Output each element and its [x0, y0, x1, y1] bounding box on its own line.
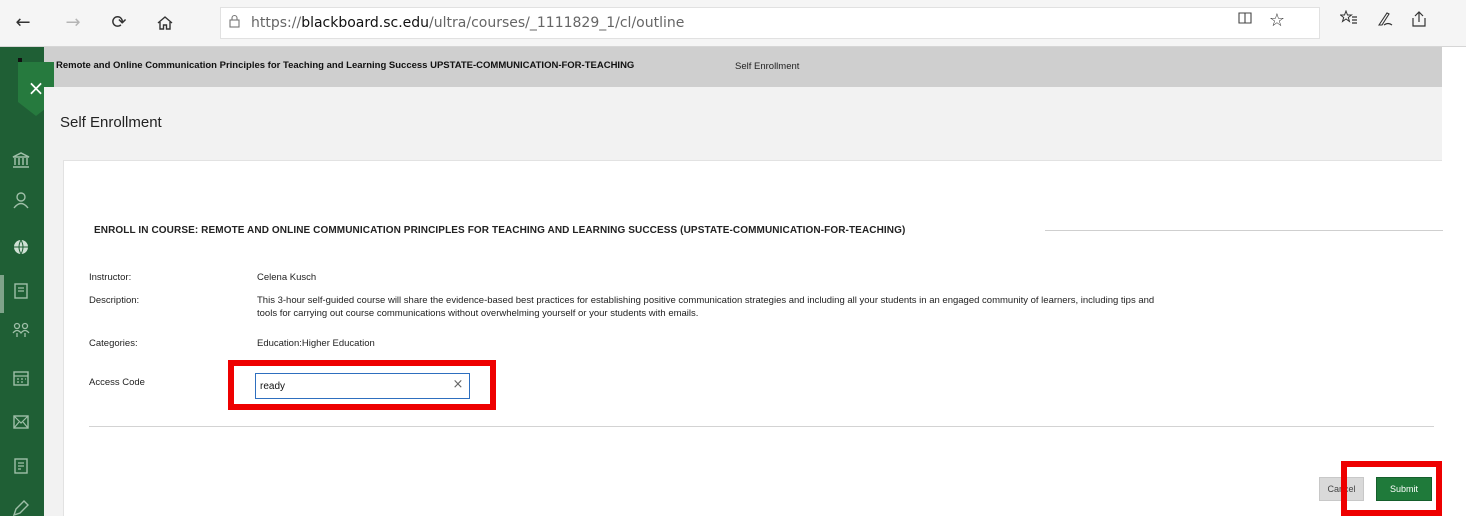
reading-view-icon[interactable] — [1232, 10, 1258, 31]
forward-icon[interactable]: → — [58, 8, 88, 38]
address-bar[interactable]: https://blackboard.sc.edu/ultra/courses/… — [220, 7, 1320, 39]
edit-icon[interactable] — [6, 493, 36, 523]
url-text: https://blackboard.sc.edu/ultra/courses/… — [251, 15, 685, 31]
section-divider — [1045, 230, 1443, 231]
institution-icon[interactable] — [6, 145, 36, 175]
favorite-star-icon[interactable]: ☆ — [1264, 10, 1290, 31]
description-line-2: tools for carrying out course communicat… — [257, 308, 699, 319]
base-navigation-sidebar — [0, 47, 44, 517]
page-title: Self Enrollment — [60, 114, 162, 131]
breadcrumb-course[interactable]: Remote and Online Communication Principl… — [56, 60, 634, 71]
description-line-1: This 3-hour self-guided course will shar… — [257, 295, 1155, 306]
self-enrollment-panel: Self Enrollment ENROLL IN COURSE: REMOTE… — [44, 87, 1443, 516]
refresh-icon[interactable]: ⟳ — [104, 8, 134, 38]
activity-stream-icon[interactable] — [6, 276, 36, 306]
messages-icon[interactable] — [6, 407, 36, 437]
back-icon[interactable]: ← — [8, 8, 38, 38]
groups-icon[interactable] — [6, 315, 36, 345]
close-icon: × — [27, 76, 45, 100]
description-label: Description: — [89, 295, 140, 306]
pen-icon[interactable] — [1372, 10, 1398, 33]
enrollment-card: ENROLL IN COURSE: REMOTE AND ONLINE COMM… — [63, 160, 1443, 516]
access-code-label: Access Code — [89, 377, 145, 388]
favorites-icon[interactable] — [1336, 9, 1362, 31]
categories-label: Categories: — [89, 338, 138, 349]
section-title: ENROLL IN COURSE: REMOTE AND ONLINE COMM… — [94, 225, 906, 236]
globe-icon[interactable] — [6, 232, 36, 262]
categories-value: Education:Higher Education — [257, 338, 375, 349]
course-header-bar: Remote and Online Communication Principl… — [44, 47, 1442, 87]
share-icon[interactable] — [1406, 10, 1432, 33]
home-icon[interactable] — [150, 8, 180, 38]
highlight-access-code — [228, 360, 496, 410]
breadcrumb-current: Self Enrollment — [735, 61, 800, 72]
instructor-value: Celena Kusch — [257, 272, 317, 283]
calendar-icon[interactable] — [6, 363, 36, 393]
grades-icon[interactable] — [6, 451, 36, 481]
profile-icon[interactable] — [6, 185, 36, 215]
active-indicator — [0, 275, 4, 313]
form-divider — [89, 426, 1434, 427]
browser-toolbar: ← → ⟳ https://blackboard.sc.edu/ultra/co… — [0, 0, 1466, 47]
highlight-submit — [1341, 461, 1442, 516]
lock-icon — [229, 14, 240, 32]
instructor-label: Instructor: — [89, 272, 132, 283]
